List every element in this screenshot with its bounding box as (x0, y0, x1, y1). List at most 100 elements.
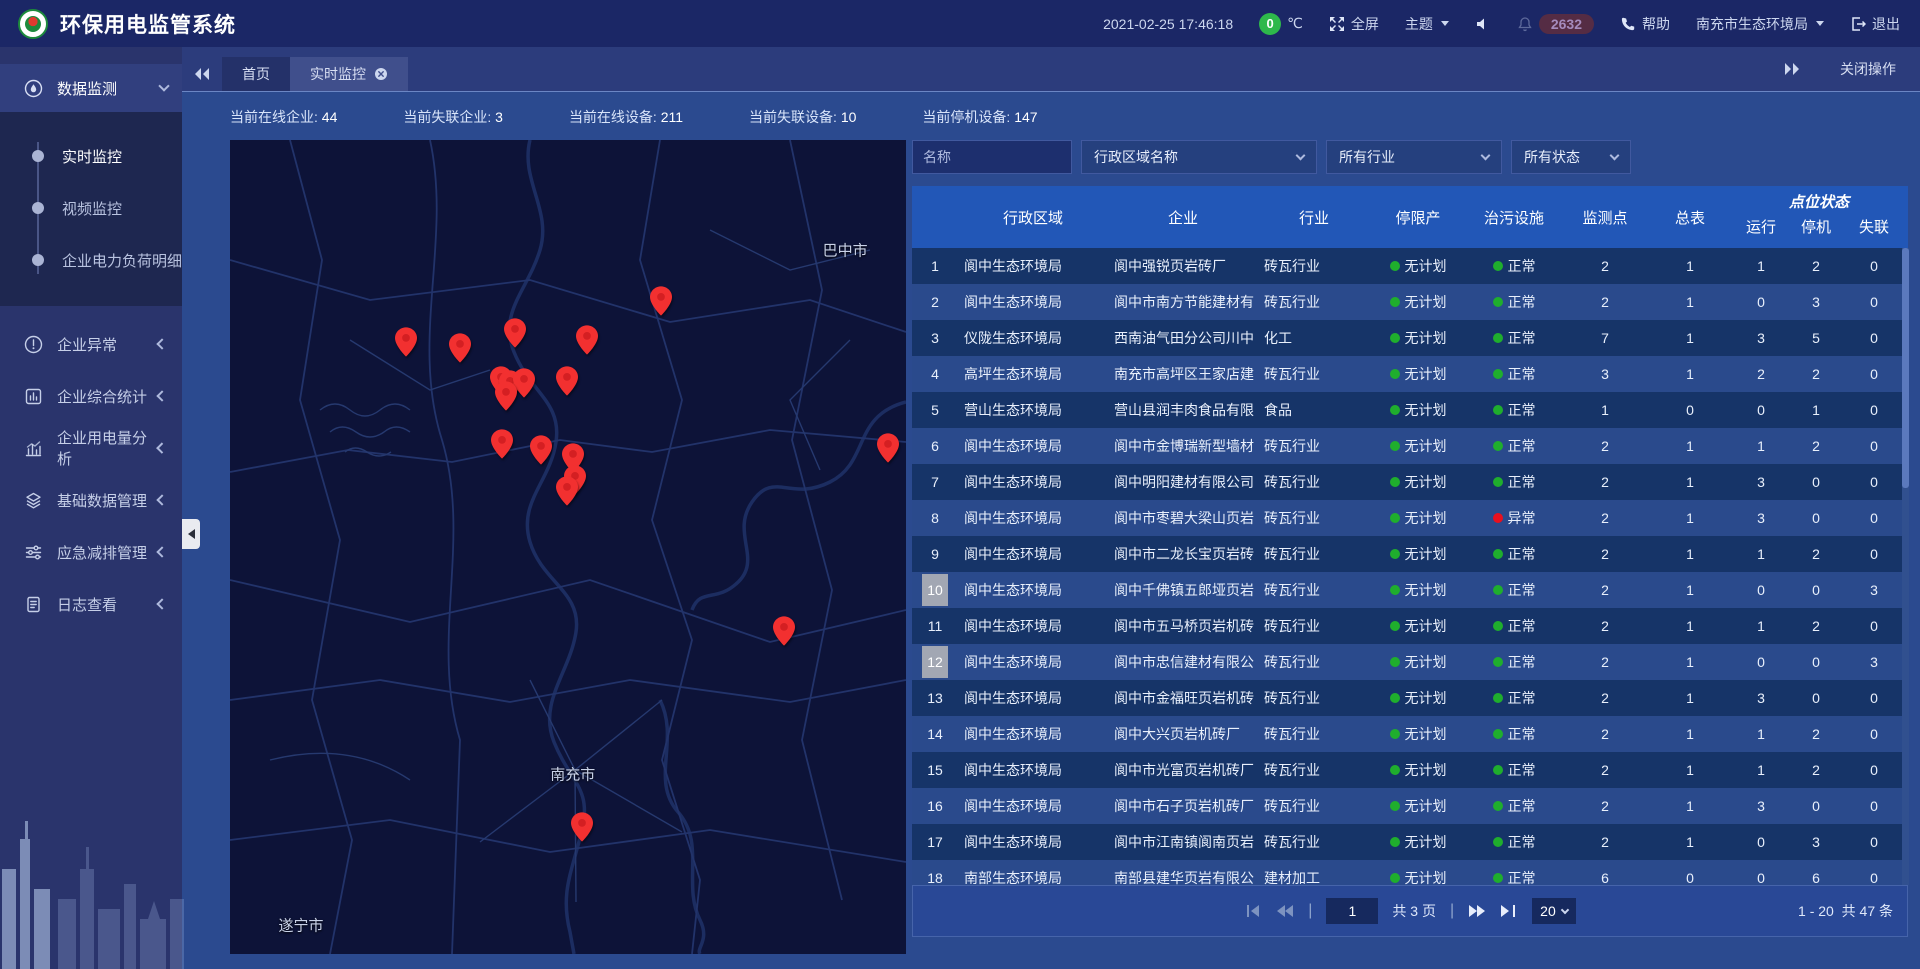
sidebar-item-realtime-monitor[interactable]: 实时监控 (0, 130, 182, 182)
tab-realtime-monitor[interactable]: 实时监控 (290, 57, 408, 91)
table-row[interactable]: 10阆中生态环境局阆中千佛镇五郎垭页岩砖瓦行业无计划正常21003 (912, 572, 1908, 608)
status-dot-icon (1390, 513, 1400, 523)
last-page-button[interactable] (1500, 903, 1518, 919)
tab-home[interactable]: 首页 (222, 57, 290, 91)
map-pin-icon[interactable] (491, 429, 513, 459)
sidebar-item-power-usage-analysis[interactable]: 企业用电量分析 (0, 422, 182, 474)
map-pin-icon[interactable] (576, 325, 598, 355)
cell-limit-status: 无计划 (1370, 544, 1466, 564)
mute-button[interactable] (1475, 16, 1491, 32)
cell-company: 南充市高坪区王家店建 (1108, 364, 1258, 384)
table-row[interactable]: 1阆中生态环境局阆中强锐页岩砖厂砖瓦行业无计划正常21120 (912, 248, 1908, 284)
cell-monitor-count: 2 (1562, 690, 1648, 706)
map-pin-icon[interactable] (556, 366, 578, 396)
table-row[interactable]: 2阆中生态环境局阆中市南方节能建材有砖瓦行业无计划正常21030 (912, 284, 1908, 320)
page-size-select[interactable]: 20 (1532, 898, 1576, 924)
map-pin-icon[interactable] (449, 333, 471, 363)
cell-industry: 食品 (1258, 400, 1370, 420)
table-row[interactable]: 12阆中生态环境局阆中市忠信建材有限公砖瓦行业无计划正常21003 (912, 644, 1908, 680)
pager-divider: | (1308, 902, 1312, 920)
fullscreen-button[interactable]: 全屏 (1329, 14, 1379, 34)
notification-area[interactable]: 2632 (1517, 14, 1594, 34)
chevron-left-icon (188, 529, 195, 539)
cell-meter-count: 1 (1648, 258, 1732, 274)
status-select[interactable]: 所有状态 (1511, 140, 1631, 174)
page-number-input[interactable] (1326, 898, 1378, 924)
sidebar-item-base-data-manage[interactable]: 基础数据管理 (0, 474, 182, 526)
map-pin-icon[interactable] (571, 812, 593, 842)
sidebar-item-log-view[interactable]: 日志查看 (0, 578, 182, 630)
table-row[interactable]: 9阆中生态环境局阆中市二龙长宝页岩砖砖瓦行业无计划正常21120 (912, 536, 1908, 572)
notification-count-badge[interactable]: 2632 (1539, 14, 1594, 34)
next-page-button[interactable] (1468, 903, 1486, 919)
row-index: 8 (912, 502, 958, 534)
alert-circle-icon (24, 335, 43, 354)
table-scrollbar[interactable] (1902, 248, 1909, 885)
status-dot-icon (1390, 657, 1400, 667)
status-dot-icon (1493, 261, 1503, 271)
sidebar-item-label: 数据监测 (57, 78, 117, 99)
map-pin-icon[interactable] (773, 616, 795, 646)
cell-district: 南部生态环境局 (958, 868, 1108, 885)
table-row[interactable]: 6阆中生态环境局阆中市金博瑞新型墙材砖瓦行业无计划正常21120 (912, 428, 1908, 464)
theme-dropdown[interactable]: 主题 (1405, 14, 1449, 34)
name-search-input[interactable] (912, 140, 1072, 174)
cell-lost-count: 0 (1842, 402, 1906, 418)
region-select[interactable]: 行政区域名称 (1081, 140, 1317, 174)
prev-page-button[interactable] (1276, 903, 1294, 919)
table-row[interactable]: 17阆中生态环境局阆中市江南镇阆南页岩砖瓦行业无计划正常21030 (912, 824, 1908, 860)
map-pin-icon[interactable] (877, 433, 899, 463)
cell-run-count: 3 (1732, 798, 1790, 814)
row-index: 7 (912, 466, 958, 498)
map-pin-icon[interactable] (556, 476, 578, 506)
scrollbar-thumb[interactable] (1902, 248, 1909, 488)
sidebar-item-enterprise-statistics[interactable]: 企业综合统计 (0, 370, 182, 422)
table-row[interactable]: 15阆中生态环境局阆中市光富页岩机砖厂砖瓦行业无计划正常21120 (912, 752, 1908, 788)
cell-lost-count: 3 (1842, 582, 1906, 598)
sidebar-item-data-monitor[interactable]: 数据监测 (0, 64, 182, 112)
sidebar-item-video-monitor[interactable]: 视频监控 (0, 182, 182, 234)
map-pin-icon[interactable] (530, 435, 552, 465)
sidebar-item-enterprise-abnormal[interactable]: 企业异常 (0, 318, 182, 370)
cell-limit-status: 无计划 (1370, 688, 1466, 708)
sidebar-item-emergency-reduction[interactable]: 应急减排管理 (0, 526, 182, 578)
close-operations-button[interactable]: 关闭操作 (1840, 59, 1896, 79)
table-row[interactable]: 13阆中生态环境局阆中市金福旺页岩机砖砖瓦行业无计划正常21300 (912, 680, 1908, 716)
table-row[interactable]: 14阆中生态环境局阆中大兴页岩机砖厂砖瓦行业无计划正常21120 (912, 716, 1908, 752)
cell-lost-count: 0 (1842, 510, 1906, 526)
status-dot-icon (1390, 405, 1400, 415)
table-row[interactable]: 3仪陇生态环境局西南油气田分公司川中化工无计划正常71350 (912, 320, 1908, 356)
tabs-scroll-left-button[interactable] (182, 57, 222, 91)
table-row[interactable]: 18南部生态环境局南部县建华页岩有限公建材加工无计划正常60060 (912, 860, 1908, 885)
industry-select[interactable]: 所有行业 (1326, 140, 1502, 174)
cell-district: 阆中生态环境局 (958, 652, 1108, 672)
chevron-left-icon (156, 338, 167, 349)
map-pin-icon[interactable] (504, 318, 526, 348)
user-org-dropdown[interactable]: 南充市生态环境局 (1696, 14, 1824, 34)
cell-lost-count: 0 (1842, 870, 1906, 885)
logout-button[interactable]: 退出 (1850, 14, 1900, 34)
table-row[interactable]: 7阆中生态环境局阆中明阳建材有限公司砖瓦行业无计划正常21300 (912, 464, 1908, 500)
map-pin-icon[interactable] (650, 286, 672, 316)
help-button[interactable]: 帮助 (1620, 14, 1670, 34)
table-row[interactable]: 4高坪生态环境局南充市高坪区王家店建砖瓦行业无计划正常31220 (912, 356, 1908, 392)
map-pin-icon[interactable] (395, 327, 417, 357)
cell-district: 阆中生态环境局 (958, 688, 1108, 708)
cell-limit-status: 无计划 (1370, 724, 1466, 744)
table-row[interactable]: 8阆中生态环境局阆中市枣碧大梁山页岩砖瓦行业无计划异常21300 (912, 500, 1908, 536)
table-row[interactable]: 11阆中生态环境局阆中市五马桥页岩机砖砖瓦行业无计划正常21120 (912, 608, 1908, 644)
tab-close-icon[interactable] (374, 67, 388, 81)
cell-meter-count: 0 (1648, 402, 1732, 418)
cell-lost-count: 0 (1842, 690, 1906, 706)
table-row[interactable]: 16阆中生态环境局阆中市石子页岩机砖厂砖瓦行业无计划正常21300 (912, 788, 1908, 824)
first-page-button[interactable] (1244, 903, 1262, 919)
cell-monitor-count: 2 (1562, 438, 1648, 454)
tabs-scroll-right-button[interactable] (1772, 52, 1812, 86)
map-canvas[interactable]: 巴中市南充市遂宁市 (230, 140, 906, 954)
cell-stop-count: 2 (1790, 546, 1842, 562)
map-pin-icon[interactable] (495, 381, 517, 411)
panel-collapse-toggle[interactable] (182, 519, 200, 549)
sidebar-item-power-load-detail[interactable]: 企业电力负荷明细 (0, 234, 182, 286)
table-row[interactable]: 5营山生态环境局营山县润丰肉食品有限食品无计划正常10010 (912, 392, 1908, 428)
cell-district: 高坪生态环境局 (958, 364, 1108, 384)
